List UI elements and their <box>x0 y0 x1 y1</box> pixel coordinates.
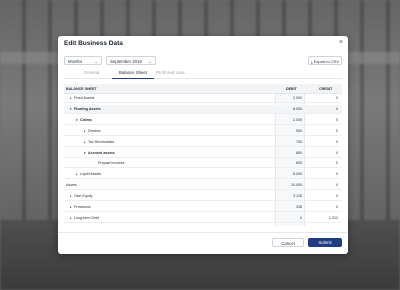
row-label: Assets <box>66 183 77 187</box>
modal-title: Edit Business Data <box>64 40 123 47</box>
tab-balance-sheet[interactable]: Balance Sheet <box>119 70 147 75</box>
credit-cell[interactable]: 0 <box>308 96 338 100</box>
row-label: ▸ Tax Receivables <box>84 140 114 144</box>
credit-cell[interactable]: 0 <box>308 183 338 187</box>
table-row[interactable]: ▸ Debtors 500 0 <box>64 127 342 136</box>
controls-row: Months ⌄ September 2019 ⌄ ⤓Export to CSV <box>64 56 342 66</box>
tab-bar: General Balance Sheet Profit and Loss <box>64 69 342 79</box>
row-label: ▸ Long-term Debt <box>70 216 99 220</box>
debit-cell[interactable]: 2.000 <box>276 96 302 100</box>
row-label-text: Liquid Assets <box>80 172 102 177</box>
row-label-text: Floating Assets <box>74 106 101 111</box>
debit-cell[interactable]: 2.000 <box>276 118 302 122</box>
row-label: ▸ Fixed Assets <box>70 96 94 100</box>
month-select-value: September 2019 <box>110 59 142 64</box>
export-csv-button[interactable]: ⤓Export to CSV <box>308 56 342 65</box>
credit-cell[interactable]: 0 <box>308 194 338 198</box>
chevron-down-icon: ⌄ <box>94 59 98 64</box>
credit-cell[interactable]: 0 <box>308 172 338 176</box>
header-debit: DEBIT <box>286 86 297 91</box>
credit-cell[interactable]: 1.312 <box>308 216 338 220</box>
cancel-button[interactable]: Cancel <box>272 238 304 247</box>
credit-cell[interactable]: 0 <box>308 107 338 111</box>
credit-cell[interactable]: 0 <box>308 118 338 122</box>
debit-cell[interactable]: 700 <box>276 140 302 144</box>
header-credit: CREDIT <box>319 86 333 91</box>
row-label-text: Long-term Debt <box>74 215 99 220</box>
debit-cell[interactable]: 0 <box>276 216 302 220</box>
download-icon: ⤓ <box>310 59 313 64</box>
credit-cell[interactable]: 0 <box>308 129 338 133</box>
table-row[interactable]: ▸ Own Equity 3.128 0 <box>64 192 342 202</box>
modal-footer: Cancel Submit <box>58 232 348 254</box>
row-label: ▸ Own Equity <box>70 194 92 198</box>
debit-cell[interactable]: 6.000 <box>276 172 302 176</box>
export-label: Export to CSV <box>313 59 340 64</box>
row-label: ▸ Liquid Assets <box>76 172 101 176</box>
period-select[interactable]: Months ⌄ <box>64 56 102 65</box>
row-label-text: Provisions <box>74 205 91 209</box>
table-row[interactable]: ▾ Claims 2.000 0 <box>64 116 342 125</box>
balance-sheet-table: BALANCE SHEET DEBIT CREDIT ▸ Fixed Assets… <box>64 84 342 226</box>
row-label: ▸ Debtors <box>84 129 101 133</box>
row-label: Prepaid invoices <box>98 161 124 165</box>
table-row[interactable]: ▾ Floating Assets 8.000 0 <box>64 104 342 114</box>
credit-cell[interactable]: 0 <box>308 205 338 209</box>
debit-cell[interactable]: 800 <box>276 151 302 155</box>
row-label-text: Accrued assets <box>88 150 115 155</box>
header-balance-sheet: BALANCE SHEET <box>66 86 97 91</box>
credit-cell[interactable]: 0 <box>308 161 338 165</box>
table-header: BALANCE SHEET DEBIT CREDIT <box>64 84 342 94</box>
table-row[interactable]: ▸ Liquid Assets 6.000 0 <box>64 170 342 180</box>
row-label-text: Own Equity <box>74 194 93 199</box>
tab-profit-and-loss[interactable]: Profit and Loss <box>156 70 185 75</box>
period-select-value: Months <box>68 59 83 64</box>
table-row[interactable]: ▸ Long-term Debt 0 1.312 <box>64 214 342 223</box>
row-label-text: Claims <box>80 117 92 122</box>
debit-cell[interactable]: 800 <box>276 161 302 165</box>
row-label: ▸ Provisions <box>70 205 91 209</box>
row-label-text: Tax Receivables <box>88 139 115 144</box>
table-row[interactable]: ▸ Provisions 336 0 <box>64 203 342 212</box>
debit-cell[interactable]: 10.000 <box>276 183 302 187</box>
credit-cell[interactable]: 0 <box>308 140 338 144</box>
row-label-text: Debtors <box>88 128 101 133</box>
month-select[interactable]: September 2019 ⌄ <box>106 56 156 65</box>
credit-cell[interactable]: 0 <box>308 151 338 155</box>
debit-cell[interactable]: 336 <box>276 205 302 209</box>
table-row[interactable]: ▾ Accrued assets 800 0 <box>64 149 342 158</box>
row-label-text: Fixed Assets <box>74 96 95 100</box>
row-label: ▾ Floating Assets <box>70 107 101 111</box>
tab-general[interactable]: General <box>84 70 99 75</box>
row-label: ▾ Accrued assets <box>84 151 115 155</box>
edit-business-data-modal: Edit Business Data × Months ⌄ September … <box>58 36 348 254</box>
chevron-down-icon: ⌄ <box>148 59 152 64</box>
debit-cell[interactable]: 8.000 <box>276 107 302 111</box>
close-icon[interactable]: × <box>339 39 343 47</box>
debit-cell[interactable]: 3.128 <box>276 194 302 198</box>
table-row[interactable]: Assets 10.000 0 <box>64 181 342 191</box>
row-label-text: Prepaid invoices <box>98 161 125 166</box>
debit-cell[interactable]: 500 <box>276 129 302 133</box>
table-row[interactable]: ▸ Tax Receivables 700 0 <box>64 138 342 147</box>
table-row[interactable]: Prepaid invoices 800 0 <box>64 159 342 169</box>
active-tab-indicator <box>112 77 154 79</box>
row-label: ▾ Claims <box>76 118 92 122</box>
table-row[interactable]: ▸ Fixed Assets 2.000 0 <box>64 94 342 103</box>
row-label-text: Assets <box>66 183 77 188</box>
submit-button[interactable]: Submit <box>308 238 342 247</box>
